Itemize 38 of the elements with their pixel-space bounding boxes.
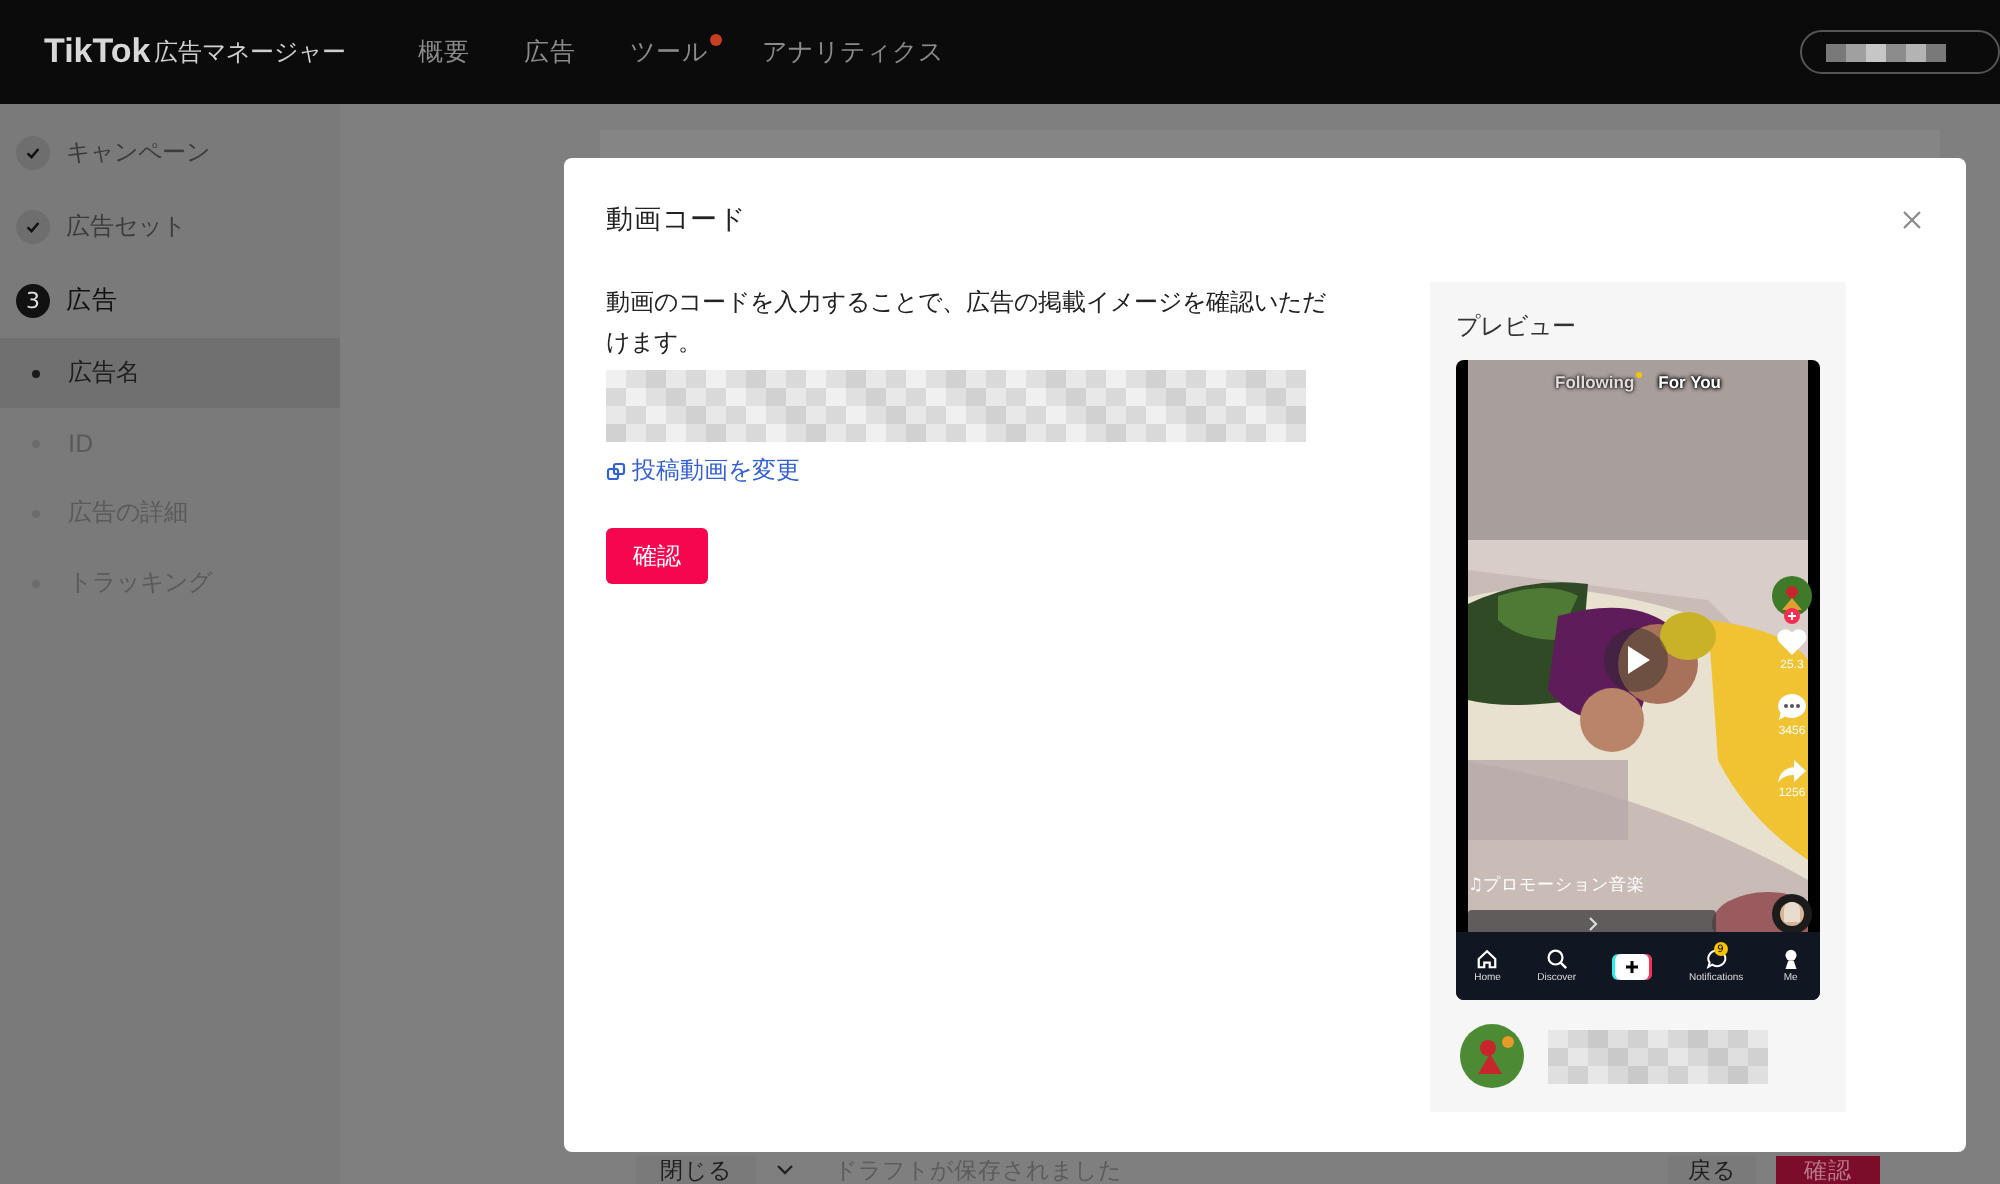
feed-tab[interactable]: For You [1658, 372, 1721, 392]
confirm-button[interactable]: 確認 [606, 528, 708, 584]
description: 動画のコードを入力することで、広告の掲載イメージを確認いただけます。 [606, 286, 1328, 360]
music-title: ♫プロモーション音楽 [1468, 874, 1646, 898]
swap-icon [606, 461, 626, 481]
step-label[interactable]: 広告セット [66, 210, 186, 244]
chevron-down-icon[interactable] [776, 1164, 794, 1176]
nav-link[interactable]: 概要 [418, 35, 471, 69]
back-button[interactable]: 戻る [1668, 1156, 1756, 1184]
message-icon[interactable] [1705, 948, 1728, 970]
check-icon [16, 210, 50, 244]
check-icon [16, 136, 50, 170]
sidebar-item[interactable]: 広告名 [0, 338, 340, 408]
play-icon[interactable] [1604, 628, 1668, 692]
home-icon[interactable] [1476, 948, 1499, 970]
blurred-text [1826, 43, 1946, 61]
account-field[interactable] [1800, 30, 2000, 74]
nav-link[interactable]: 広告 [524, 35, 577, 69]
logo: TikTok [44, 32, 151, 72]
avatar-icon [1460, 1024, 1524, 1088]
confirm-button[interactable]: 確認 [1776, 1156, 1880, 1184]
close-icon[interactable] [1902, 210, 1922, 230]
comment-icon[interactable] [1776, 692, 1808, 722]
avatar-icon[interactable] [1772, 576, 1812, 624]
music-disc-icon[interactable] [1772, 894, 1812, 934]
app-name: 広告マネージャー [154, 35, 347, 69]
change-video-link[interactable]: 投稿動画を変更 [606, 454, 800, 488]
search-icon[interactable] [1545, 948, 1568, 970]
close-button[interactable]: 閉じる [636, 1156, 756, 1184]
preview-title: プレビュー [1456, 310, 1578, 344]
step-number: 3 [16, 284, 50, 318]
create-icon[interactable] [1612, 953, 1653, 979]
chevron-right-icon [1587, 916, 1597, 932]
step-label[interactable]: 広告 [66, 284, 118, 318]
dialog-title: 動画コード [606, 202, 746, 238]
nav-link[interactable]: アナリティクス [762, 35, 945, 69]
step-label[interactable]: キャンペーン [66, 136, 210, 170]
nav-link[interactable]: ツール [630, 35, 709, 69]
